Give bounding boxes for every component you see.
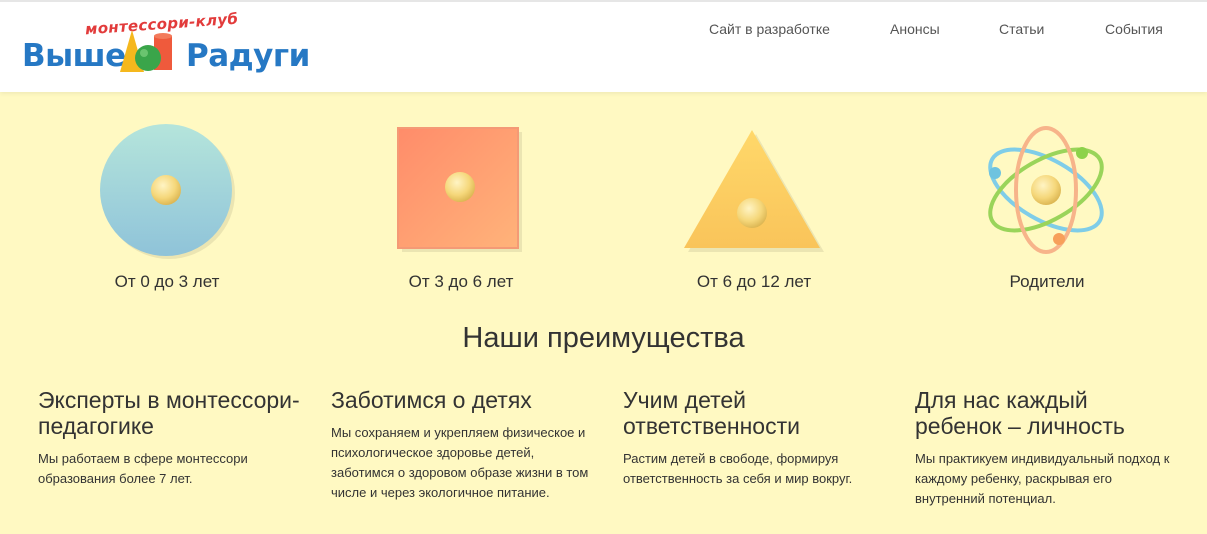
age-card-6-12[interactable]: От 6 до 12 лет <box>664 120 844 300</box>
feature-text: Мы сохраняем и укрепляем физическое и пс… <box>331 425 589 500</box>
feature-title: Для нас каждый ребенок – личность <box>915 387 1125 439</box>
feature-text: Растим детей в свободе, формируя ответст… <box>623 451 853 486</box>
age-card-parents[interactable]: Родители <box>957 120 1137 300</box>
site-logo[interactable]: монтессори-клуб Выше Радуги <box>22 10 310 86</box>
feature-care: Заботимся о детях Мы сохраняем и укрепля… <box>331 387 599 503</box>
feature-personality: Для нас каждый ребенок – личность Мы пра… <box>915 387 1175 509</box>
advantages-title: Наши преимущества <box>462 322 745 354</box>
feature-title: Заботимся о детях <box>331 387 532 413</box>
feature-experts: Эксперты в монтессори-педагогике Мы рабо… <box>38 387 313 489</box>
age-label: От 3 до 6 лет <box>408 272 514 291</box>
nav-item-dev[interactable]: Сайт в разработке <box>709 21 830 37</box>
feature-responsibility: Учим детей ответственности Растим детей … <box>623 387 888 489</box>
age-card-3-6[interactable]: От 3 до 6 лет <box>371 120 551 300</box>
triangle-icon <box>684 130 824 252</box>
nav-item-events[interactable]: События <box>1105 21 1163 37</box>
square-icon <box>397 127 522 252</box>
logo-word-1: Выше <box>22 38 126 74</box>
feature-title: Учим детей ответственности <box>623 387 800 439</box>
feature-text: Мы практикуем индивидуальный подход к ка… <box>915 451 1170 506</box>
age-label: Родители <box>1009 272 1085 291</box>
feature-title: Эксперты в монтессори-педагогике <box>38 387 300 439</box>
age-card-0-3[interactable]: От 0 до 3 лет <box>77 120 257 300</box>
nav-item-announcements[interactable]: Анонсы <box>890 21 940 37</box>
logo-shapes-icon <box>120 30 172 72</box>
age-label: От 0 до 3 лет <box>114 272 220 291</box>
main-content: От 0 до 3 лет От 3 до 6 лет От 6 до 12 л… <box>0 92 1207 534</box>
feature-text: Мы работаем в сфере монтессори образован… <box>38 451 248 486</box>
atom-icon <box>988 126 1104 254</box>
circle-icon <box>100 124 235 259</box>
nav-item-articles[interactable]: Статьи <box>999 21 1044 37</box>
site-header: монтессори-клуб Выше Радуги Сайт в разра… <box>0 0 1207 92</box>
logo-word-2: Радуги <box>186 38 310 74</box>
age-label: От 6 до 12 лет <box>696 272 812 291</box>
